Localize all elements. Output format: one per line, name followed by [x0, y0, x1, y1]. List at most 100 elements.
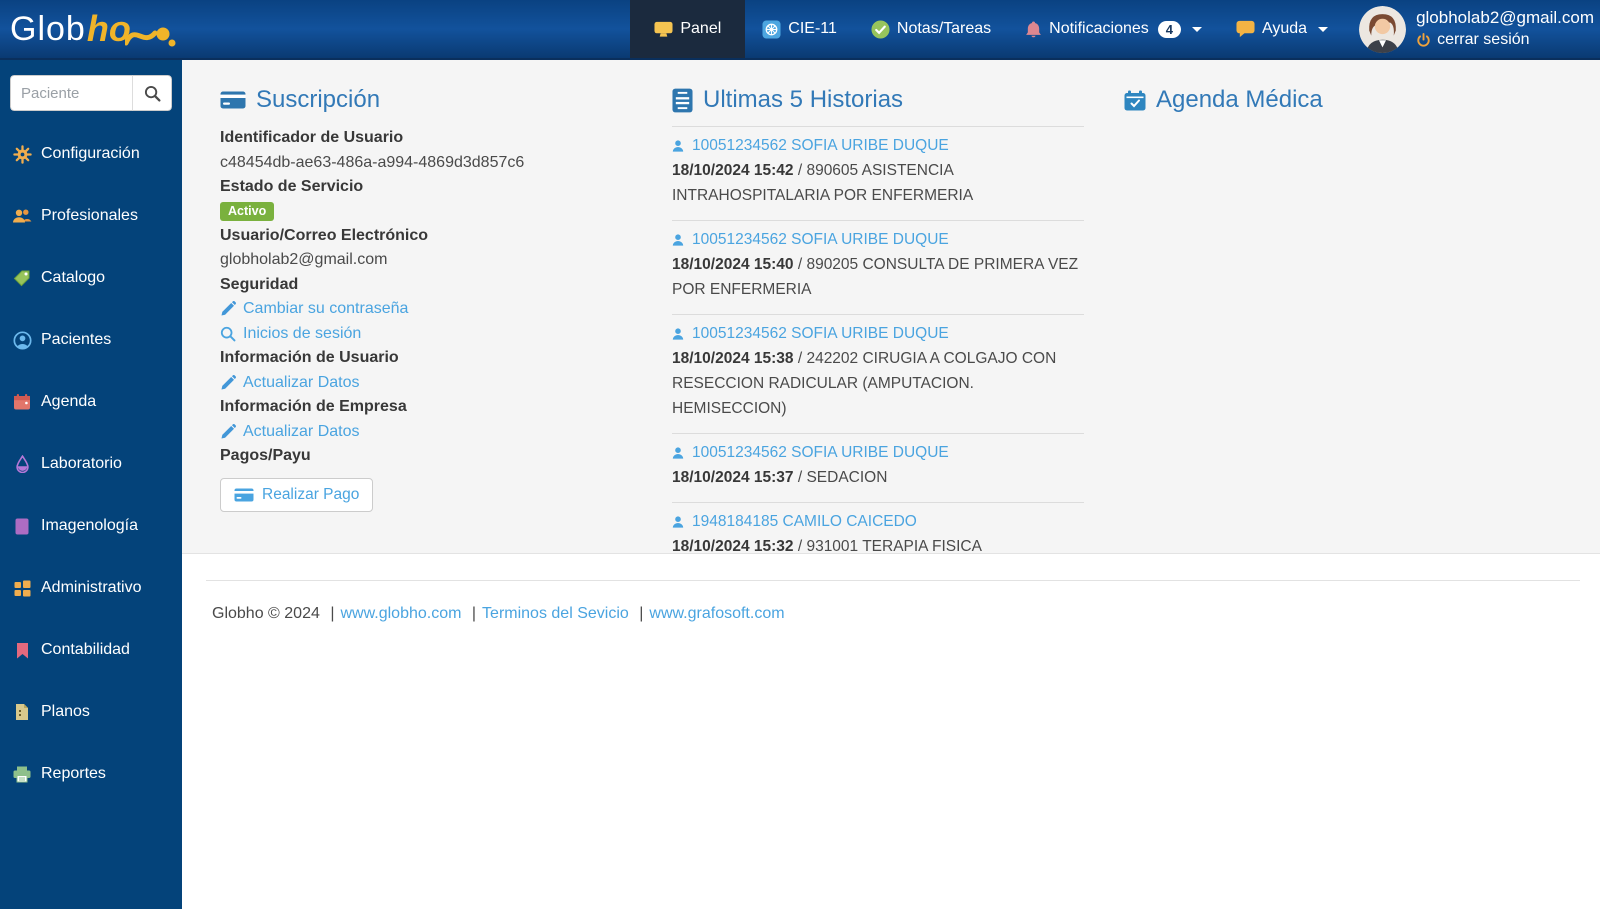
- patient-link[interactable]: 1948184185 CAMILO CAICEDO: [672, 513, 1084, 531]
- logout-link[interactable]: cerrar sesión: [1416, 29, 1594, 51]
- dashboard-panel: Suscripción Identificador de Usuario c48…: [182, 60, 1600, 572]
- security-label: Seguridad: [220, 275, 299, 293]
- grid-icon: [12, 580, 32, 597]
- top-navbar: Glob ho Panel CIE-11 Notas/Tareas Notifi…: [0, 0, 1600, 60]
- search-icon: [220, 326, 236, 342]
- sidebar-item-agenda[interactable]: Agenda: [0, 371, 182, 433]
- patient-search-input[interactable]: [10, 75, 132, 111]
- history-detail: 18/10/2024 15:38 / 242202 CIRUGIA A COLG…: [672, 350, 1057, 417]
- service-status-label: Estado de Servicio: [220, 178, 364, 195]
- chevron-down-icon: [1192, 26, 1202, 32]
- user-block: globholab2@gmail.com cerrar sesión: [1345, 0, 1600, 58]
- droplet-icon: [12, 455, 32, 473]
- user-info-label: Información de Usuario: [220, 349, 399, 366]
- history-detail: 18/10/2024 15:40 / 890205 CONSULTA DE PR…: [672, 256, 1079, 298]
- sidebar-menu: Configuración Profesionales Catalogo Pac…: [0, 123, 182, 805]
- search-icon: [144, 85, 161, 102]
- credit-card-icon: [220, 91, 246, 109]
- power-icon: [1417, 32, 1430, 47]
- sidebar-item-administrativo[interactable]: Administrativo: [0, 557, 182, 619]
- patient-link[interactable]: 10051234562 SOFIA URIBE DUQUE: [672, 137, 1084, 155]
- nav-item-ayuda[interactable]: Ayuda: [1219, 0, 1345, 58]
- divider: [206, 580, 1580, 581]
- app-root: Glob ho Panel CIE-11 Notas/Tareas Notifi…: [0, 0, 1600, 909]
- avatar[interactable]: [1359, 5, 1407, 53]
- file-icon: [12, 703, 32, 721]
- history-item: 10051234562 SOFIA URIBE DUQUE 18/10/2024…: [672, 315, 1084, 433]
- history-detail: 18/10/2024 15:37 / SEDACION: [672, 469, 888, 486]
- patient-link[interactable]: 10051234562 SOFIA URIBE DUQUE: [672, 444, 1084, 462]
- pencil-icon: [221, 374, 236, 390]
- histories-section: Ultimas 5 Historias 10051234562 SOFIA UR…: [672, 86, 1084, 572]
- subscription-header: Suscripción: [220, 86, 632, 114]
- footer-link-terms[interactable]: Terminos del Sevicio: [482, 605, 629, 622]
- change-password-link[interactable]: Cambiar su contraseña: [220, 297, 632, 322]
- sidebar-item-planos[interactable]: Planos: [0, 681, 182, 743]
- section-title: Suscripción: [256, 86, 381, 113]
- company-info-label: Información de Empresa: [220, 398, 407, 415]
- section-title: Agenda Médica: [1156, 86, 1323, 113]
- patient-search-group: [10, 75, 172, 111]
- sidebar-item-configuracion[interactable]: Configuración: [0, 123, 182, 185]
- check-circle-icon: [871, 19, 890, 39]
- nav-item-cie11[interactable]: CIE-11: [745, 0, 854, 58]
- person-icon: [672, 234, 684, 246]
- sidebar-item-reportes[interactable]: Reportes: [0, 743, 182, 805]
- sidebar-item-imagenologia[interactable]: Imagenología: [0, 495, 182, 557]
- patient-link[interactable]: 10051234562 SOFIA URIBE DUQUE: [672, 325, 1084, 343]
- copyright-text: Globho © 2024: [212, 605, 320, 622]
- sidebar-item-laboratorio[interactable]: Laboratorio: [0, 433, 182, 495]
- chevron-down-icon: [1318, 26, 1329, 32]
- user-meta: globholab2@gmail.com cerrar sesión: [1416, 7, 1594, 51]
- update-user-data-link[interactable]: Actualizar Datos: [220, 371, 632, 396]
- email-value: globholab2@gmail.com: [220, 251, 388, 268]
- patient-icon: [12, 330, 32, 350]
- main-content: Suscripción Identificador de Usuario c48…: [182, 60, 1600, 909]
- nav-item-notificaciones[interactable]: Notificaciones 4: [1008, 0, 1219, 58]
- pencil-icon: [221, 423, 236, 439]
- sidebar-item-pacientes[interactable]: Pacientes: [0, 309, 182, 371]
- user-id-value: c48454db-ae63-486a-a994-4869d3d857c6: [220, 153, 525, 171]
- history-item: 10051234562 SOFIA URIBE DUQUE 18/10/2024…: [672, 434, 1084, 502]
- sidebar: Configuración Profesionales: [0, 60, 182, 909]
- agenda-header: Agenda Médica: [1124, 86, 1600, 114]
- history-detail: 18/10/2024 15:42 / 890605 ASISTENCIA INT…: [672, 162, 974, 204]
- footer-text: Globho © 2024 | www.globho.com | Terminos …: [212, 605, 785, 622]
- main-menu: Panel CIE-11 Notas/Tareas Notificaciones…: [630, 0, 1345, 58]
- gear-icon: [12, 144, 32, 164]
- sidebar-item-catalogo[interactable]: Catalogo: [0, 247, 182, 309]
- sidebar-item-contabilidad[interactable]: Contabilidad: [0, 619, 182, 681]
- status-badge: Activo: [220, 201, 275, 221]
- update-company-data-link[interactable]: Actualizar Datos: [220, 420, 632, 445]
- email-label: Usuario/Correo Electrónico: [220, 226, 429, 244]
- tag-icon: [12, 269, 32, 287]
- user-id-label: Identificador de Usuario: [220, 129, 404, 146]
- patient-search-button[interactable]: [132, 75, 172, 111]
- cie11-wheel-icon: [762, 19, 781, 39]
- person-icon: [672, 140, 684, 152]
- payments-label: Pagos/Payu: [220, 447, 311, 464]
- patient-link[interactable]: 10051234562 SOFIA URIBE DUQUE: [672, 231, 1084, 249]
- nav-item-panel[interactable]: Panel: [630, 0, 746, 58]
- logo[interactable]: Glob ho: [0, 0, 191, 58]
- bookmark-icon: [12, 642, 32, 659]
- footer-link-grafosoft[interactable]: www.grafosoft.com: [649, 605, 784, 622]
- pay-button[interactable]: Realizar Pago: [220, 477, 374, 512]
- section-title: Ultimas 5 Historias: [703, 86, 904, 113]
- history-item: 10051234562 SOFIA URIBE DUQUE 18/10/2024…: [672, 127, 1084, 220]
- logo-swoosh-icon: [124, 27, 176, 47]
- histories-header: Ultimas 5 Historias: [672, 86, 1084, 114]
- login-history-link[interactable]: Inicios de sesión: [220, 322, 632, 347]
- footer-link-globho[interactable]: www.globho.com: [340, 605, 461, 622]
- credit-card-icon: [234, 488, 254, 501]
- medical-agenda-section: Agenda Médica: [1124, 86, 1600, 572]
- avatar-image: [1359, 5, 1407, 53]
- audit-log-icon: [672, 88, 693, 112]
- person-icon: [672, 447, 684, 459]
- nav-item-notas-tareas[interactable]: Notas/Tareas: [854, 0, 1008, 58]
- sidebar-item-profesionales[interactable]: Profesionales: [0, 185, 182, 247]
- users-icon: [12, 208, 32, 224]
- calendar-check-icon: [1124, 90, 1146, 110]
- panel-monitor-icon: [654, 21, 673, 37]
- printer-icon: [12, 766, 32, 783]
